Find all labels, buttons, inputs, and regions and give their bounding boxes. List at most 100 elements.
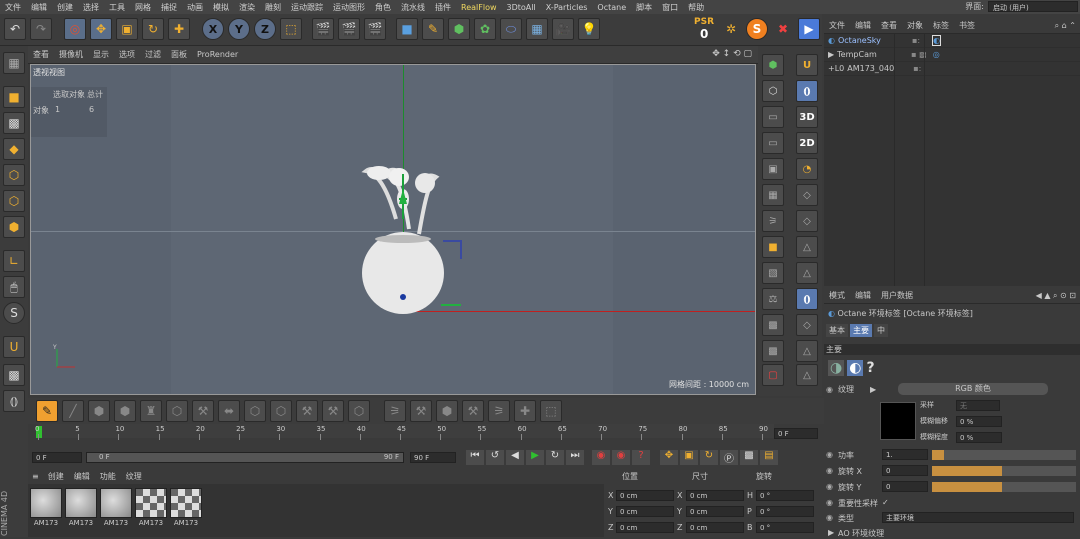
tool-2-icon[interactable]: ⬢ [114, 400, 136, 422]
tool-7-icon[interactable]: ⬡ [244, 400, 266, 422]
tool-15-icon[interactable]: ⚒ [462, 400, 484, 422]
object-row-tempcam[interactable]: ▶ TempCam ▪ ▩ ◎ [824, 48, 1080, 62]
rotation-b-field[interactable]: 0 ° [756, 521, 814, 533]
sampling-select[interactable]: 无 [956, 400, 1000, 411]
position-z-field[interactable]: 0 cm [616, 521, 674, 533]
texture-node-icon[interactable]: ◐ [847, 360, 864, 376]
menu-script[interactable]: 脚本 [631, 2, 657, 13]
key-scale-icon[interactable]: ▣ [680, 450, 698, 465]
checker-icon[interactable]: ▩ [3, 364, 25, 386]
deformer-icon[interactable]: ⬭ [500, 18, 522, 40]
tag-8-icon[interactable]: ⚖ [762, 288, 784, 310]
om-menu-view[interactable]: 查看 [876, 20, 902, 31]
prev-key-icon[interactable]: ↺ [486, 450, 504, 465]
snap-10-icon[interactable]: △ [796, 340, 818, 362]
menu-3dtoall[interactable]: 3DtoAll [502, 3, 541, 12]
roty-slider[interactable] [932, 482, 1076, 492]
visibility-icon[interactable]: ▪: [912, 36, 920, 45]
key-position-icon[interactable]: ✥ [660, 450, 678, 465]
mat-menu-edit[interactable]: 编辑 [69, 471, 95, 482]
menu-x-particles[interactable]: X-Particles [541, 3, 593, 12]
record-icon[interactable]: ◉ [592, 450, 610, 465]
render-picture-viewer-icon[interactable]: 🎬 [338, 18, 360, 40]
am-menu-user-data[interactable]: 用户数据 [876, 290, 918, 301]
subdivision-icon[interactable]: ⬢ [448, 18, 470, 40]
material-thumb[interactable] [30, 488, 62, 518]
menu-mograph[interactable]: 运动图形 [328, 2, 370, 13]
viewport-nav-icons[interactable]: ✥ ↕ ⟲ ▢ [712, 49, 752, 59]
om-menu-bookmarks[interactable]: 书签 [954, 20, 980, 31]
blur-degree-field[interactable]: 0 % [956, 432, 1002, 443]
vp-menu-view[interactable]: 查看 [28, 49, 54, 60]
max-frame-field[interactable]: 90 F [410, 452, 456, 463]
autokey-icon[interactable]: ◉ [612, 450, 630, 465]
am-nav-icons[interactable]: ◀ ▲ ⌕ ⊙ ⊡ [1036, 291, 1080, 301]
object-row-am173[interactable]: +L0 AM173_040 ▪: [824, 62, 1080, 76]
menu-animate[interactable]: 动画 [182, 2, 208, 13]
redo-icon[interactable]: ↷ [30, 18, 52, 40]
tool-16-icon[interactable]: ⚞ [488, 400, 510, 422]
size-z-field[interactable]: 0 cm [686, 521, 744, 533]
ao-section-label[interactable]: AO 环境纹理 [838, 528, 884, 539]
tool-11-icon[interactable]: ⬡ [348, 400, 370, 422]
symmetry-icon[interactable]: ⦅⦆ [3, 390, 25, 412]
vp-menu-filter[interactable]: 过滤 [140, 49, 166, 60]
size-y-field[interactable]: 0 cm [686, 505, 744, 517]
octane-live-icon[interactable]: ✖ [772, 18, 794, 40]
material-thumb[interactable] [100, 488, 132, 518]
tab-main[interactable]: 主要 [850, 324, 872, 337]
render-settings-icon[interactable]: 🎬 [364, 18, 386, 40]
move-icon[interactable]: ✥ [90, 18, 112, 40]
texture-arrow-icon[interactable]: ▶ [870, 385, 876, 394]
tag-5-icon[interactable]: ⚞ [762, 210, 784, 232]
menu-realflow[interactable]: RealFlow [456, 3, 502, 12]
importance-checkbox[interactable]: ✓ [882, 498, 889, 507]
perspective-viewport[interactable]: 透视视图 选取对象 总计 对象 1 6 Y 网格间距 : 10000 cm [30, 64, 756, 395]
xpresso-icon[interactable]: ⦅⦆ [796, 80, 818, 102]
play-icon[interactable]: ▶ [526, 450, 544, 465]
tool-9-icon[interactable]: ⚒ [296, 400, 318, 422]
snap-6-icon[interactable]: ◇ [796, 210, 818, 232]
vp-menu-prorender[interactable]: ProRender [192, 50, 243, 59]
tab-basic[interactable]: 基本 [826, 324, 848, 337]
edges-mode-icon[interactable]: ⬡ [3, 190, 25, 212]
key-rotation-icon[interactable]: ↻ [700, 450, 718, 465]
menu-file[interactable]: 文件 [0, 2, 26, 13]
rotation-p-field[interactable]: 0 ° [756, 505, 814, 517]
vp-menu-display[interactable]: 显示 [88, 49, 114, 60]
menu-create[interactable]: 创建 [52, 2, 78, 13]
scale-icon[interactable]: ▣ [116, 18, 138, 40]
tool-10-icon[interactable]: ⚒ [322, 400, 344, 422]
tool-4-icon[interactable]: ⬡ [166, 400, 188, 422]
workplane-icon[interactable]: ◆ [3, 138, 25, 160]
array-icon[interactable]: ✿ [474, 18, 496, 40]
tool-1-icon[interactable]: ⬢ [88, 400, 110, 422]
model-mode-icon[interactable]: ▦ [3, 52, 25, 74]
camera-tag-icon[interactable]: ◎ [933, 50, 940, 59]
pie-snap-icon[interactable]: ◔ [796, 158, 818, 180]
position-y-field[interactable]: 0 cm [616, 505, 674, 517]
tag-1-icon[interactable]: ▭ [762, 106, 784, 128]
snap-settings-icon[interactable]: ✲ [720, 18, 742, 40]
range-slider[interactable]: 0 F 90 F [86, 452, 404, 463]
floor-icon[interactable]: ▦ [526, 18, 548, 40]
tool-12-icon[interactable]: ⚞ [384, 400, 406, 422]
tool-14-icon[interactable]: ⬢ [436, 400, 458, 422]
go-start-icon[interactable]: ⏮ [466, 450, 484, 465]
texture-mode-icon[interactable]: ▩ [3, 112, 25, 134]
key-icon[interactable]: ✎ [36, 400, 58, 422]
position-x-field[interactable]: 0 cm [616, 489, 674, 501]
om-menu-object[interactable]: 对象 [902, 20, 928, 31]
tool-13-icon[interactable]: ⚒ [410, 400, 432, 422]
ruler-track[interactable] [38, 424, 774, 438]
tag-11-icon[interactable]: ▢ [762, 364, 784, 386]
points-mode-icon[interactable]: ⬡ [3, 164, 25, 186]
key-pla-icon[interactable]: ▩ [740, 450, 758, 465]
menu-snap[interactable]: 捕捉 [156, 2, 182, 13]
xpresso-2-icon[interactable]: ⦅⦆ [796, 288, 818, 310]
undo-icon[interactable]: ↶ [4, 18, 26, 40]
solo-s-icon[interactable]: S [3, 302, 25, 324]
am-menu-edit[interactable]: 编辑 [850, 290, 876, 301]
menu-edit[interactable]: 编辑 [26, 2, 52, 13]
type-select[interactable]: 主要环境 [882, 512, 1074, 523]
